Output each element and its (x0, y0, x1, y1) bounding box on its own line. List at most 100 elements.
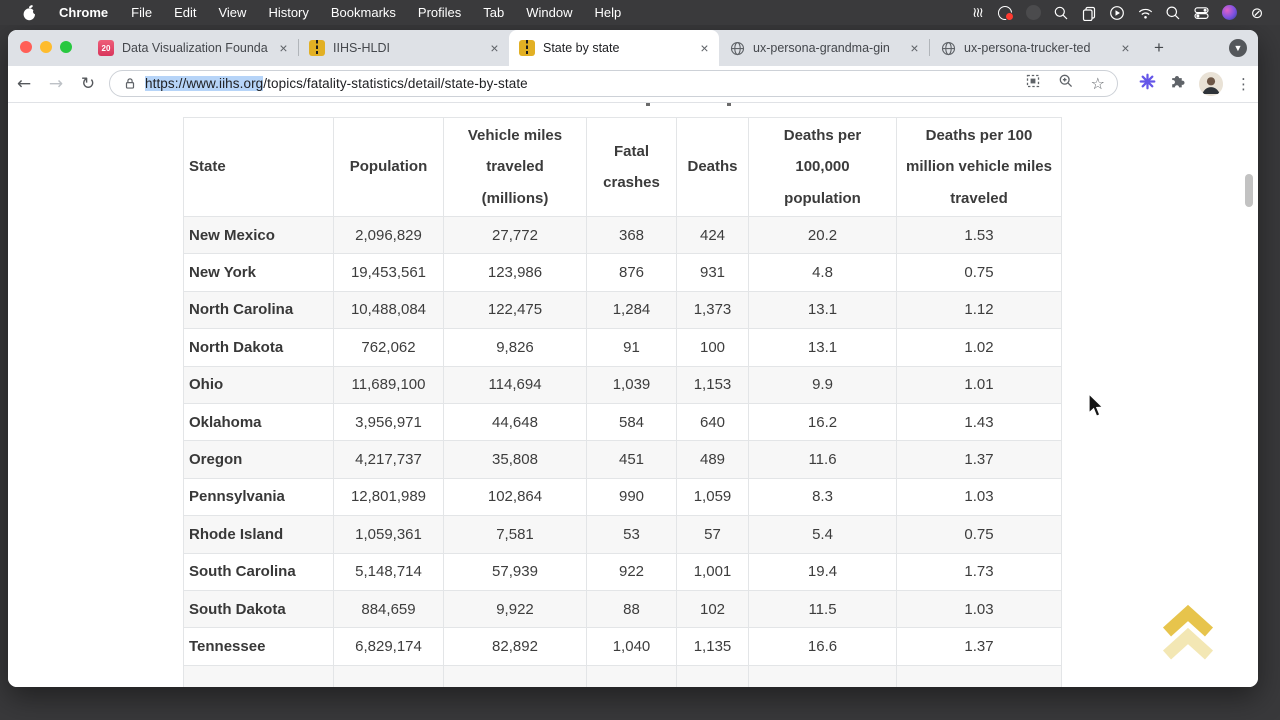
tab-ux-persona-grandma-gin[interactable]: ux-persona-grandma-gin× (719, 30, 929, 66)
table-row-new-mexico: New Mexico2,096,82927,77236842420.21.53 (184, 217, 1062, 254)
bookmark-star-icon[interactable]: ☆ (1091, 76, 1105, 92)
state-name-cell: South Carolina (184, 553, 334, 590)
zoom-in-icon[interactable] (1058, 73, 1074, 94)
value-cell (587, 665, 677, 687)
column-header-population: Population (334, 118, 444, 217)
play-circle-icon[interactable] (1106, 3, 1128, 23)
menu-item-profiles[interactable]: Profiles (407, 5, 472, 20)
value-cell: 10,488,084 (334, 291, 444, 328)
value-cell: 1,059 (677, 478, 749, 515)
tab-close-icon[interactable]: × (486, 40, 503, 57)
url-text: https://www.iihs.org/topics/fatality-sta… (145, 76, 528, 91)
do-not-disturb-icon[interactable]: ⊘ (1246, 3, 1268, 23)
apple-menu-icon[interactable] (12, 4, 47, 21)
copy-windows-icon[interactable] (1078, 3, 1100, 23)
value-cell: 13.1 (749, 291, 897, 328)
value-cell: 762,062 (334, 329, 444, 366)
value-cell: 1.53 (897, 217, 1062, 254)
tab-state-by-state[interactable]: State by state× (509, 30, 719, 66)
tab-close-icon[interactable]: × (906, 40, 923, 57)
table-row-pennsylvania: Pennsylvania12,801,989102,8649901,0598.3… (184, 478, 1062, 515)
menu-item-file[interactable]: File (120, 5, 163, 20)
back-button[interactable]: ← (8, 74, 40, 94)
gradient-app-icon[interactable] (1218, 3, 1240, 23)
wavy-lines-icon[interactable]: ≀≀≀ (966, 3, 988, 23)
zoom-tool-icon[interactable] (1050, 3, 1072, 23)
tab-close-icon[interactable]: × (696, 40, 713, 57)
menu-item-tab[interactable]: Tab (472, 5, 515, 20)
menu-item-help[interactable]: Help (584, 5, 633, 20)
tab-search-button[interactable]: ▼ (1229, 39, 1247, 57)
table-row-oregon: Oregon4,217,73735,80845148911.61.37 (184, 441, 1062, 478)
value-cell: 11,689,100 (334, 366, 444, 403)
state-name-cell: North Dakota (184, 329, 334, 366)
value-cell: 100 (677, 329, 749, 366)
tab-data-visualization-founda[interactable]: 20Data Visualization Founda× (88, 30, 298, 66)
forward-button[interactable]: → (40, 74, 72, 94)
spotlight-search-icon[interactable] (1162, 3, 1184, 23)
value-cell: 4,217,737 (334, 441, 444, 478)
tab-iihs-hldi[interactable]: IIHS-HLDI× (299, 30, 509, 66)
dimmed-app-icon[interactable] (1022, 3, 1044, 23)
tab-ux-persona-trucker-ted[interactable]: ux-persona-trucker-ted× (930, 30, 1140, 66)
value-cell: 102 (677, 590, 749, 627)
column-header-deaths-per-100-million-vehicle-miles-traveled: Deaths per 100 million vehicle miles tra… (897, 118, 1062, 217)
value-cell: 57 (677, 516, 749, 553)
creative-cloud-icon[interactable] (994, 3, 1016, 23)
tab-title: State by state (543, 41, 696, 55)
table-row-tennessee: Tennessee6,829,17482,8921,0401,13516.61.… (184, 628, 1062, 665)
value-cell: 57,939 (444, 553, 587, 590)
extensions-puzzle-icon[interactable] (1169, 73, 1186, 95)
state-name-cell: Tennessee (184, 628, 334, 665)
control-center-icon[interactable] (1190, 3, 1212, 23)
profile-avatar[interactable] (1199, 72, 1223, 96)
menu-items: FileEditViewHistoryBookmarksProfilesTabW… (120, 5, 632, 20)
value-cell: 9,922 (444, 590, 587, 627)
value-cell: 424 (677, 217, 749, 254)
menu-item-history[interactable]: History (257, 5, 319, 20)
menu-item-edit[interactable]: Edit (163, 5, 207, 20)
tab-title: ux-persona-trucker-ted (964, 41, 1117, 55)
value-cell: 1.37 (897, 441, 1062, 478)
tab-close-icon[interactable]: × (275, 40, 292, 57)
menu-item-bookmarks[interactable]: Bookmarks (320, 5, 407, 20)
minimize-window-button[interactable] (40, 41, 52, 53)
state-name-cell: Oklahoma (184, 403, 334, 440)
column-header-deaths-per-100-000-population: Deaths per 100,000 population (749, 118, 897, 217)
value-cell: 114,694 (444, 366, 587, 403)
chrome-menu-icon[interactable]: ⋮ (1236, 75, 1250, 93)
menu-item-view[interactable]: View (207, 5, 257, 20)
value-cell: 1,059,361 (334, 516, 444, 553)
value-cell: 1.03 (897, 590, 1062, 627)
wifi-icon[interactable] (1134, 3, 1156, 23)
state-name-cell: New Mexico (184, 217, 334, 254)
toolbar-right: ⋮ (1139, 66, 1250, 102)
value-cell: 990 (587, 478, 677, 515)
menu-app-name[interactable]: Chrome (47, 5, 120, 20)
lock-icon[interactable] (123, 76, 137, 91)
screenshot-grid-icon[interactable] (1025, 73, 1041, 94)
new-tab-button[interactable]: + (1146, 35, 1172, 61)
value-cell: 12,801,989 (334, 478, 444, 515)
value-cell: 1,040 (587, 628, 677, 665)
value-cell: 9,826 (444, 329, 587, 366)
menu-item-window[interactable]: Window (515, 5, 583, 20)
value-cell: 82,892 (444, 628, 587, 665)
back-to-top-button[interactable] (1158, 600, 1218, 664)
close-window-button[interactable] (20, 41, 32, 53)
road-favicon-icon (309, 40, 325, 56)
tab-title: Data Visualization Founda (122, 41, 275, 55)
extension-asterisk-icon[interactable] (1139, 73, 1156, 95)
value-cell: 451 (587, 441, 677, 478)
clipped-table-row (184, 665, 1062, 687)
maximize-window-button[interactable] (60, 41, 72, 53)
tab-title: IIHS-HLDI (333, 41, 486, 55)
address-bar[interactable]: https://www.iihs.org/topics/fatality-sta… (109, 70, 1118, 97)
fatality-statistics-table: StatePopulationVehicle miles traveled (m… (183, 117, 1062, 687)
value-cell: 44,648 (444, 403, 587, 440)
globe-favicon-icon (940, 40, 956, 56)
tab-close-icon[interactable]: × (1117, 40, 1134, 57)
table-row-north-carolina: North Carolina10,488,084122,4751,2841,37… (184, 291, 1062, 328)
scrollbar-thumb[interactable] (1245, 174, 1253, 207)
reload-button[interactable]: ↻ (72, 74, 104, 94)
